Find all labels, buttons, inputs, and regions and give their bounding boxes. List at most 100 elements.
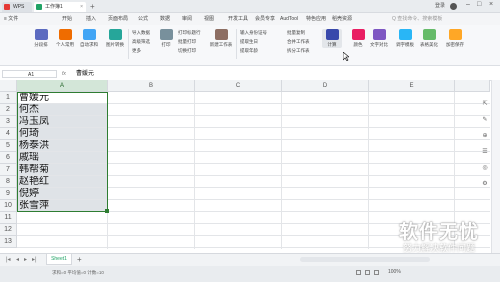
close-tab-icon[interactable]: × — [80, 2, 83, 12]
tab-workbook[interactable]: 工作簿1 × — [34, 2, 86, 12]
row-header[interactable]: 10 — [0, 200, 17, 212]
side-tool-icon[interactable]: ☰ — [481, 148, 489, 156]
advanced-filter-button[interactable]: 高级筛选 — [132, 39, 150, 45]
horizontal-scrollbar[interactable] — [300, 257, 430, 262]
menu-member[interactable]: 会员专享 — [255, 13, 275, 25]
cell-a7[interactable]: 韩帮菊 — [17, 164, 108, 176]
row-header[interactable]: 1 — [0, 92, 17, 104]
ribbon-button[interactable]: 打印 — [157, 29, 175, 48]
batch-copy-button[interactable]: 批量复制 — [287, 30, 305, 36]
ribbon-button[interactable]: 新建工作表 — [208, 29, 234, 48]
page-break-icon[interactable] — [374, 270, 379, 275]
first-sheet-icon[interactable]: |◂ — [6, 256, 11, 263]
ribbon-button[interactable]: 图片转换 — [104, 29, 126, 48]
menu-features[interactable]: 特色应用 — [306, 13, 326, 25]
switch-print-button[interactable]: 切换打印 — [178, 48, 196, 54]
ribbon-button[interactable]: 调字模板 — [394, 29, 416, 48]
side-tool-icon[interactable]: ✎ — [481, 116, 489, 124]
menu-view[interactable]: 视图 — [204, 13, 214, 25]
menu-audtool[interactable]: AudTool — [280, 13, 298, 25]
cell-a3[interactable]: 冯玉凤 — [17, 116, 108, 128]
row-header[interactable]: 12 — [0, 224, 17, 236]
cell-a5[interactable]: 杨泰洪 — [17, 140, 108, 152]
row-header[interactable]: 2 — [0, 104, 17, 116]
column-header-b[interactable]: B — [108, 80, 195, 92]
name-box[interactable]: A1 — [2, 70, 57, 78]
prev-sheet-icon[interactable]: ◂ — [16, 256, 19, 263]
merge-sheets-button[interactable]: 合并工作表 — [287, 39, 310, 45]
close-window-icon[interactable]: × — [489, 1, 493, 8]
row-header[interactable]: 8 — [0, 176, 17, 188]
menu-data[interactable]: 数据 — [160, 13, 170, 25]
row-header[interactable]: 3 — [0, 116, 17, 128]
cell-a2[interactable]: 何杰 — [17, 104, 108, 116]
page-layout-icon[interactable] — [365, 270, 370, 275]
column-header-d[interactable]: D — [282, 80, 369, 92]
column-header-f[interactable] — [455, 80, 490, 92]
row-header[interactable]: 13 — [0, 236, 17, 248]
sheet-tab-sheet1[interactable]: Sheet1 — [46, 254, 72, 265]
ribbon-label: 颜色 — [353, 42, 363, 47]
menu-start[interactable]: 开始 — [62, 13, 72, 25]
column-header-c[interactable]: C — [195, 80, 282, 92]
menu-formula[interactable]: 公式 — [138, 13, 148, 25]
batch-print-button[interactable]: 批量打印 — [178, 39, 196, 45]
next-sheet-icon[interactable]: ▸ — [24, 256, 27, 263]
ribbon-button[interactable]: 加密保存 — [444, 29, 466, 48]
fill-handle[interactable] — [105, 209, 109, 213]
minimize-icon[interactable]: – — [466, 1, 470, 8]
menu-review[interactable]: 审阅 — [182, 13, 192, 25]
cell-a10[interactable]: 张雪萍 — [17, 200, 108, 212]
row-header[interactable]: 4 — [0, 128, 17, 140]
cell-a1[interactable]: 曹媛元 — [17, 92, 108, 104]
split-sheets-button[interactable]: 拆分工作表 — [287, 48, 310, 54]
row-header[interactable]: 7 — [0, 164, 17, 176]
normal-view-icon[interactable] — [356, 270, 361, 275]
column-header-e[interactable]: E — [369, 80, 455, 92]
column-header-a[interactable]: A — [17, 80, 108, 92]
menu-page-layout[interactable]: 页面布局 — [108, 13, 128, 25]
ribbon-button[interactable]: 文字对比 — [368, 29, 390, 48]
side-tool-icon[interactable]: ⇱ — [481, 100, 489, 108]
select-all-corner[interactable] — [0, 80, 17, 92]
menu-insert[interactable]: 插入 — [86, 13, 96, 25]
print-title-button[interactable]: 打印标题行 — [178, 30, 201, 36]
row-header[interactable]: 9 — [0, 188, 17, 200]
ribbon-button[interactable]: 表格美化 — [418, 29, 440, 48]
new-tab-button[interactable]: + — [90, 2, 95, 11]
row-header[interactable]: 6 — [0, 152, 17, 164]
tab-wps[interactable]: WPS — [2, 2, 32, 12]
ribbon-button[interactable]: 自动求和 — [78, 29, 100, 48]
fx-icon[interactable]: fx — [62, 70, 66, 79]
maximize-icon[interactable]: □ — [477, 1, 481, 8]
menu-docer[interactable]: 稻壳资源 — [332, 13, 352, 25]
ribbon-button[interactable]: 计算 — [322, 29, 342, 48]
last-sheet-icon[interactable]: ▸| — [32, 256, 37, 263]
side-tool-icon[interactable]: ⚙ — [481, 180, 489, 188]
cell-a8[interactable]: 赵艳红 — [17, 176, 108, 188]
cell-a4[interactable]: 何琦 — [17, 128, 108, 140]
file-menu[interactable]: ≡ 文件 — [4, 13, 18, 25]
formula-input[interactable]: 曹媛元 — [76, 69, 94, 79]
search-commands[interactable]: Q 查找命令、搜索模板 — [392, 13, 442, 25]
add-sheet-button[interactable]: + — [77, 254, 82, 265]
ribbon-button[interactable]: 分段排 — [30, 29, 52, 48]
side-tool-icon[interactable]: ⊕ — [481, 132, 489, 140]
divider — [128, 29, 129, 59]
extract-birthday-button[interactable]: 提取生日 — [240, 39, 258, 45]
login-button[interactable]: 登录 — [435, 2, 445, 11]
input-id-button[interactable]: 输入身份证号 — [240, 30, 267, 36]
side-tool-icon[interactable]: ◎ — [481, 164, 489, 172]
ribbon-button[interactable]: 个人常用 — [54, 29, 76, 48]
extract-age-button[interactable]: 提取年龄 — [240, 48, 258, 54]
row-header[interactable]: 5 — [0, 140, 17, 152]
menu-developer[interactable]: 开发工具 — [228, 13, 248, 25]
ribbon-button[interactable]: 颜色 — [350, 29, 366, 48]
row-header[interactable]: 11 — [0, 212, 17, 224]
cell-a6[interactable]: 戚瑶 — [17, 152, 108, 164]
cell-a9[interactable]: 倪婷 — [17, 188, 108, 200]
avatar[interactable] — [450, 3, 457, 10]
more-button[interactable]: 更多 — [132, 48, 141, 54]
import-data-button[interactable]: 导入数据 — [132, 30, 150, 36]
zoom-level[interactable]: 100% — [388, 269, 401, 275]
